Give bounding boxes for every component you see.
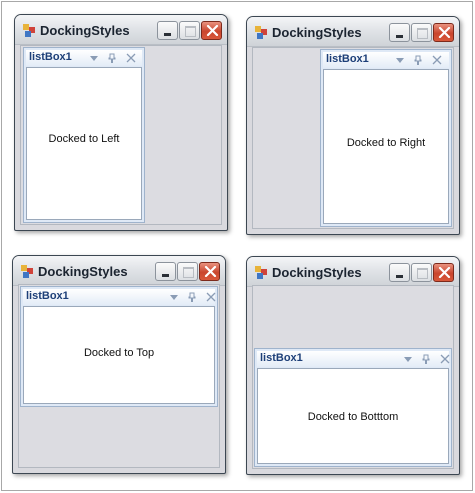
dock-header[interactable]: listBox1 — [323, 52, 449, 68]
window-docked-top: DockingStyles listBox1 Docked to Top — [12, 255, 226, 474]
maximize-button[interactable] — [177, 262, 198, 281]
close-icon — [206, 25, 219, 36]
panel-close-icon[interactable] — [126, 53, 136, 63]
window-docked-bottom: DockingStyles listBox1 Docked to Botttom — [246, 256, 460, 475]
pin-icon[interactable] — [107, 53, 117, 63]
list-box[interactable]: Docked to Top — [23, 306, 215, 404]
maximize-button[interactable] — [411, 263, 432, 282]
title-bar[interactable]: DockingStyles — [247, 17, 459, 47]
client-area: listBox1 Docked to Top — [18, 284, 220, 468]
app-window-icon — [255, 266, 268, 279]
maximize-button[interactable] — [179, 21, 200, 40]
close-icon — [438, 267, 451, 278]
window-docked-left: DockingStyles listBox1 Docked to Left — [14, 14, 228, 231]
close-button[interactable] — [433, 263, 454, 282]
dock-title: listBox1 — [26, 290, 69, 302]
docked-panel: listBox1 Docked to Top — [20, 286, 218, 407]
docked-panel: listBox1 Docked to Left — [23, 47, 145, 223]
title-bar[interactable]: DockingStyles — [13, 256, 225, 286]
pin-icon[interactable] — [413, 55, 423, 65]
close-button[interactable] — [199, 262, 220, 281]
window-title: DockingStyles — [272, 265, 362, 280]
list-box-label: Docked to Top — [83, 347, 155, 359]
list-box[interactable]: Docked to Right — [323, 69, 449, 224]
pin-icon[interactable] — [421, 354, 431, 364]
window-title: DockingStyles — [40, 23, 130, 38]
minimize-button[interactable] — [389, 263, 410, 282]
title-bar[interactable]: DockingStyles — [247, 257, 459, 287]
app-window-icon — [23, 24, 36, 37]
dock-title: listBox1 — [260, 352, 303, 364]
chevron-down-icon[interactable] — [169, 292, 179, 302]
client-area: listBox1 Docked to Botttom — [252, 285, 454, 469]
list-box[interactable]: Docked to Botttom — [257, 368, 449, 464]
dock-title: listBox1 — [326, 53, 369, 65]
window-title: DockingStyles — [272, 25, 362, 40]
window-docked-right: DockingStyles listBox1 Docked to Right — [246, 16, 460, 235]
close-button[interactable] — [201, 21, 222, 40]
list-box-label: Docked to Left — [48, 133, 120, 145]
window-title: DockingStyles — [38, 264, 128, 279]
docked-panel: listBox1 Docked to Right — [320, 49, 452, 227]
minimize-button[interactable] — [389, 23, 410, 42]
maximize-button[interactable] — [411, 23, 432, 42]
panel-close-icon[interactable] — [432, 55, 442, 65]
app-window-icon — [21, 265, 34, 278]
dock-header[interactable]: listBox1 — [23, 289, 216, 305]
panel-close-icon[interactable] — [206, 292, 216, 302]
docked-panel: listBox1 Docked to Botttom — [254, 348, 452, 467]
chevron-down-icon[interactable] — [89, 53, 99, 63]
minimize-button[interactable] — [155, 262, 176, 281]
close-button[interactable] — [433, 23, 454, 42]
minimize-button[interactable] — [157, 21, 178, 40]
panel-close-icon[interactable] — [440, 354, 450, 364]
chevron-down-icon[interactable] — [395, 55, 405, 65]
title-bar[interactable]: DockingStyles — [15, 15, 227, 45]
dock-header[interactable]: listBox1 — [26, 50, 142, 66]
list-box[interactable]: Docked to Left — [26, 67, 142, 220]
app-window-icon — [255, 26, 268, 39]
client-area: listBox1 Docked to Right — [252, 47, 454, 229]
client-area: listBox1 Docked to Left — [20, 45, 222, 225]
dock-header[interactable]: listBox1 — [257, 351, 450, 367]
list-box-label: Docked to Botttom — [307, 411, 399, 423]
dock-title: listBox1 — [29, 51, 72, 63]
chevron-down-icon[interactable] — [403, 354, 413, 364]
list-box-label: Docked to Right — [346, 137, 426, 149]
pin-icon[interactable] — [187, 292, 197, 302]
close-icon — [438, 27, 451, 38]
close-icon — [204, 266, 217, 277]
